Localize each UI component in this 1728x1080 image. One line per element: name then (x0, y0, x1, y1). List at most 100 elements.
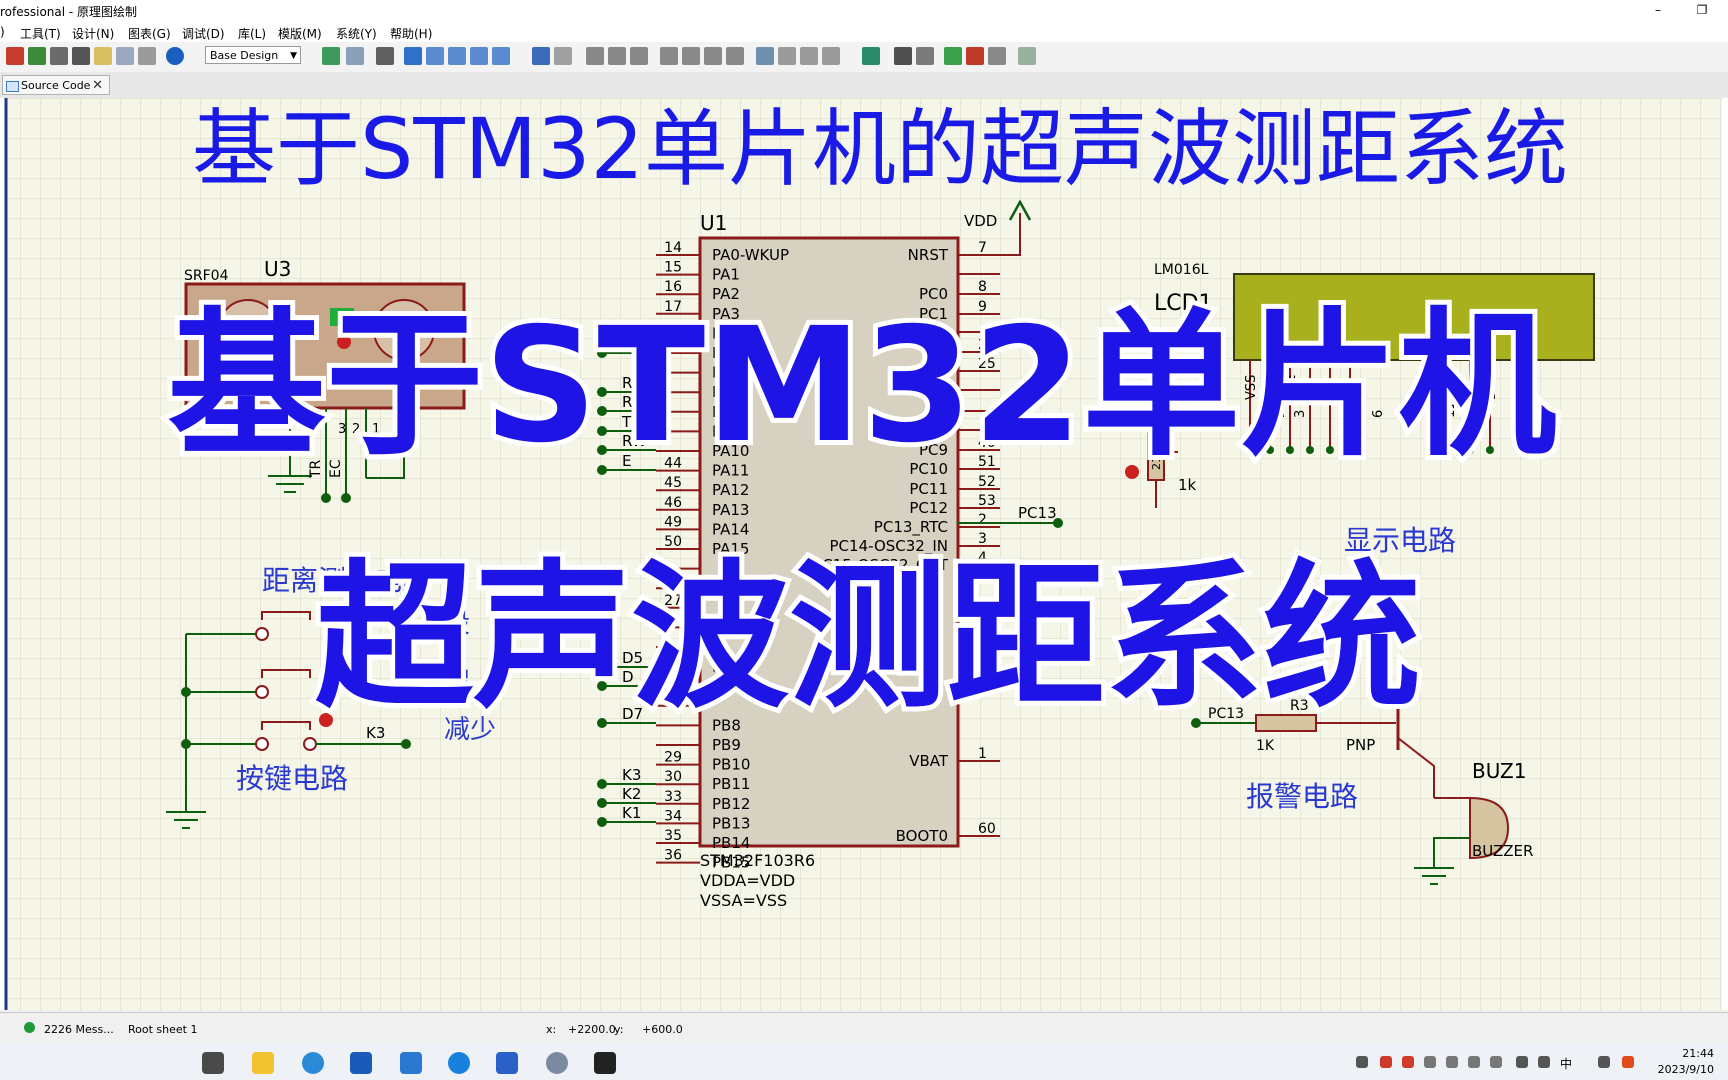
mcu-pin-number: 46 (664, 495, 682, 511)
stop-icon[interactable] (6, 47, 24, 65)
bilibili-icon[interactable] (594, 1052, 616, 1074)
overlay-title-line1: 基于STM32单片机 (168, 294, 1557, 478)
zoom-all-icon[interactable] (470, 47, 488, 65)
mcu-note-vssa: VSSA=VSS (700, 891, 787, 910)
edge-browser-icon[interactable] (302, 1052, 324, 1074)
mcu-pin-name: PA1 (712, 266, 740, 284)
design-variant-select[interactable]: Base Design ▼ (205, 46, 301, 64)
decompose-icon[interactable] (822, 47, 840, 65)
mcu-pin-name: PC13_RTC (874, 518, 948, 537)
sensor-ref: U3 (264, 257, 291, 281)
button3-contact-b (303, 737, 317, 751)
grid-icon[interactable] (346, 47, 364, 65)
menu-item-tools[interactable]: 工具(T) (20, 25, 61, 42)
ime-indicator[interactable]: 中 (1560, 1055, 1572, 1072)
restore-button[interactable]: ❐ (1682, 0, 1722, 22)
redo-icon[interactable] (554, 47, 572, 65)
mail-icon[interactable] (400, 1052, 422, 1074)
bom-icon[interactable] (116, 47, 134, 65)
net-label: K2 (622, 785, 641, 803)
remove-sheet-icon[interactable] (966, 47, 984, 65)
save-icon[interactable] (72, 47, 90, 65)
status-sheet: Root sheet 1 (128, 1023, 198, 1036)
qq-icon-2[interactable] (1402, 1056, 1414, 1068)
mcu-pin-number: 49 (664, 514, 682, 530)
app-icon[interactable] (496, 1052, 518, 1074)
goto-sheet-icon[interactable] (988, 47, 1006, 65)
mcu-pin-number: 29 (664, 750, 682, 766)
menu-item-debug[interactable]: 调试(D) (182, 25, 225, 42)
security-icon[interactable] (1446, 1056, 1458, 1068)
mcu-pin-name: PA14 (712, 520, 749, 538)
tr-junction (321, 493, 331, 503)
close-icon[interactable]: ✕ (92, 76, 103, 96)
ie-browser-icon[interactable] (448, 1052, 470, 1074)
schematic-svg[interactable]: 基于STM32单片机的超声波测距系统 U1 STM32F103R6 VDDA=V… (0, 98, 1728, 1010)
help-icon[interactable] (166, 47, 184, 65)
zoom-out-icon[interactable] (448, 47, 466, 65)
net-label: K1 (622, 804, 641, 822)
menu-item-library[interactable]: 库(L) (238, 25, 266, 42)
mcu-pin-name: BOOT0 (896, 827, 948, 845)
qq-icon[interactable] (1380, 1056, 1392, 1068)
search-icon[interactable] (894, 47, 912, 65)
volume-icon[interactable] (1538, 1056, 1550, 1068)
cut-icon[interactable] (586, 47, 604, 65)
keyboard-icon[interactable] (1598, 1056, 1610, 1068)
package-tool-icon[interactable] (800, 47, 818, 65)
menu-item-design[interactable]: 设计(N) (72, 25, 114, 42)
sogou-icon[interactable] (1622, 1056, 1634, 1068)
block-copy-icon[interactable] (660, 47, 678, 65)
block-move-icon[interactable] (682, 47, 700, 65)
tray-expand-icon[interactable] (1356, 1056, 1368, 1068)
wire-autoroute-icon[interactable] (862, 47, 880, 65)
block-delete-icon[interactable] (726, 47, 744, 65)
wifi-icon[interactable] (1516, 1056, 1528, 1068)
status-y-label: y: (614, 1023, 624, 1036)
clock[interactable]: 21:44 2023/9/10 (1658, 1046, 1714, 1078)
paste-icon[interactable] (630, 47, 648, 65)
k3-junction (401, 739, 411, 749)
zoom-in-icon[interactable] (426, 47, 444, 65)
store-icon[interactable] (350, 1052, 372, 1074)
zoom-area-icon[interactable] (492, 47, 510, 65)
battery-icon[interactable] (1490, 1056, 1502, 1068)
block-rotate-icon[interactable] (704, 47, 722, 65)
property-tool-icon[interactable] (916, 47, 934, 65)
chip-icon[interactable] (50, 47, 68, 65)
origin-icon[interactable] (376, 47, 394, 65)
file-explorer-icon[interactable] (252, 1052, 274, 1074)
menu-item-template[interactable]: 模版(M) (278, 25, 322, 42)
back-icon[interactable] (28, 47, 46, 65)
refresh-icon[interactable] (322, 47, 340, 65)
pan-icon[interactable] (404, 47, 422, 65)
tab-label: Source Code (21, 79, 91, 92)
menu-item-system[interactable]: 系统(Y) (336, 25, 377, 42)
new-sheet-icon[interactable] (944, 47, 962, 65)
proteus-icon[interactable] (546, 1052, 568, 1074)
menu-item-file[interactable]: ) (0, 25, 5, 39)
mcu-pin-number: 1 (978, 746, 987, 762)
menu-item-graph[interactable]: 图表(G) (128, 25, 171, 42)
usb-icon[interactable] (1424, 1056, 1436, 1068)
cloud-icon[interactable] (1468, 1056, 1480, 1068)
task-view-icon[interactable] (202, 1052, 224, 1074)
undo-icon[interactable] (532, 47, 550, 65)
make-device-icon[interactable] (778, 47, 796, 65)
pick-device-icon[interactable] (756, 47, 774, 65)
schematic-canvas[interactable]: 基于STM32单片机的超声波测距系统 U1 STM32F103R6 VDDA=V… (0, 98, 1728, 1010)
copy-icon[interactable] (608, 47, 626, 65)
import-icon[interactable] (94, 47, 112, 65)
netlist-icon[interactable] (1018, 47, 1036, 65)
tab-source-code[interactable]: Source Code ✕ (2, 75, 110, 95)
section-label-alarm: 报警电路 (1246, 780, 1358, 813)
mcu-pin-number: 60 (978, 821, 996, 837)
status-messages[interactable]: 2226 Mess... (44, 1023, 114, 1036)
title-bar: rofessional - 原理图绘制 – ❐ (0, 0, 1728, 22)
minimize-button[interactable]: – (1638, 0, 1678, 22)
print-icon[interactable] (138, 47, 156, 65)
status-y-value: +600.0 (642, 1023, 683, 1036)
schematic-title: 基于STM32单片机的超声波测距系统 (192, 100, 1568, 198)
mcu-pin-name: PB9 (712, 736, 741, 754)
menu-item-help[interactable]: 帮助(H) (390, 25, 432, 42)
